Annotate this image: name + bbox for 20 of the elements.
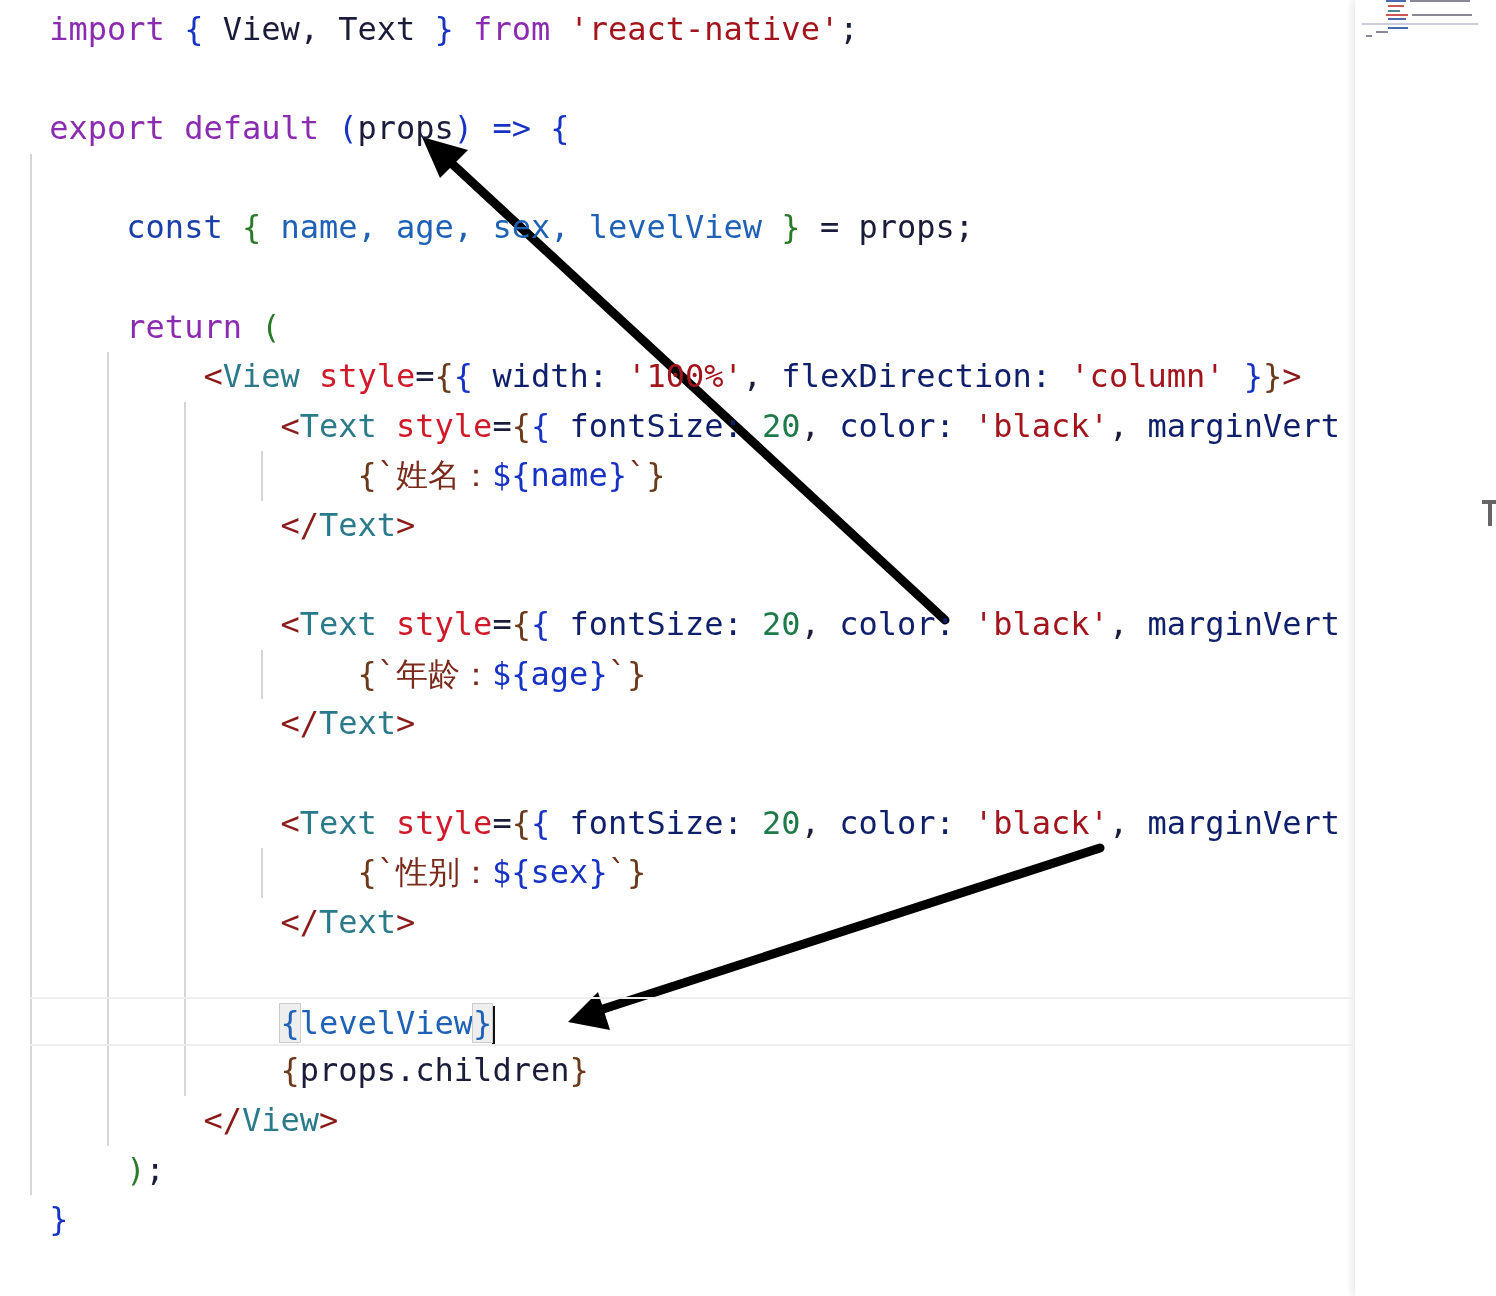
minimap-drawing[interactable] (1355, 0, 1481, 1296)
code-line: ); (126, 1149, 165, 1191)
code-line: {`性别：${sex}`} (357, 852, 647, 894)
code-line: return ( (126, 306, 281, 348)
code-line: <Text style={{ fontSize: 20, color: 'black', marginVert (280, 604, 1341, 646)
text-caret (492, 1005, 496, 1044)
code-line: <Text style={{ fontSize: 20, color: 'black', marginVert (280, 802, 1341, 844)
code-line: export default (props) => { (49, 108, 570, 150)
code-line: <Text style={{ fontSize: 20, color: 'black', marginVert (280, 405, 1341, 447)
code-line: {props.children} (280, 1050, 589, 1092)
code-line: {`姓名：${name}`} (357, 455, 666, 497)
code-line: import { View, Text } from 'react-native'; (49, 9, 859, 50)
text-cursor-icon (1480, 498, 1496, 526)
code-line: {`年龄：${age}`} (357, 653, 647, 695)
code-line: </Text> (280, 703, 416, 745)
code-line: } (49, 1199, 69, 1241)
code-line: </Text> (280, 504, 416, 546)
code-line: </Text> (280, 901, 416, 943)
code-line: {levelView} (280, 1002, 493, 1044)
code-line: </View> (203, 1100, 339, 1142)
